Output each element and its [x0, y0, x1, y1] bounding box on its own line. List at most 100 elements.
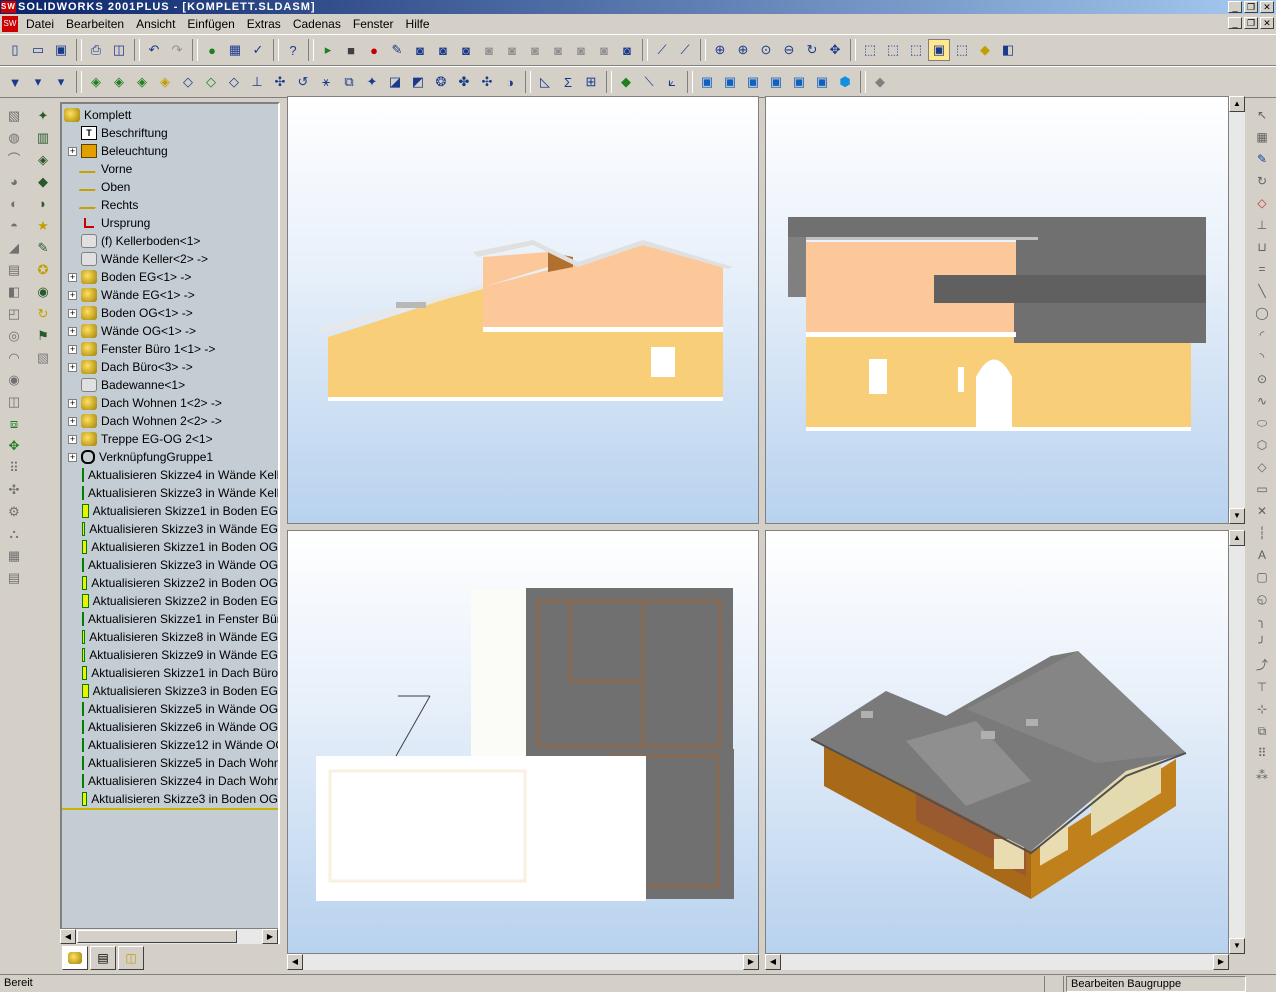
mate-item[interactable]: Aktualisieren Skizze12 in Wände OG	[82, 736, 278, 754]
component-f-icon[interactable]: ◙	[593, 39, 615, 61]
relation-icon[interactable]: ⊥	[1253, 216, 1271, 234]
expand-plus-icon[interactable]: +	[68, 362, 77, 372]
doc-close-button[interactable]: ✕	[1260, 17, 1274, 29]
mate-item[interactable]: Aktualisieren Skizze9 in Wände EG	[82, 646, 278, 664]
star-icon[interactable]: ★	[33, 216, 53, 236]
reference-point-icon[interactable]: ◆	[615, 71, 637, 93]
scroll-left-arrow-icon[interactable]: ◀	[765, 954, 781, 970]
expand-plus-icon[interactable]: +	[68, 290, 77, 300]
menu-datei[interactable]: Datei	[20, 17, 60, 31]
tree-item[interactable]: + Dach Büro<3> ->	[68, 358, 278, 376]
spline-icon[interactable]: ◈	[33, 150, 53, 170]
spline-icon[interactable]: ∿	[1253, 392, 1271, 410]
edit-component-icon[interactable]: ◈	[154, 71, 176, 93]
expand-plus-icon[interactable]: +	[68, 308, 77, 318]
chart-icon[interactable]: ◩	[407, 71, 429, 93]
interference-icon[interactable]: ⧉	[338, 71, 360, 93]
mass-properties-icon[interactable]: Σ	[557, 71, 579, 93]
reference-line-icon[interactable]: ⟍	[638, 71, 660, 93]
tree-horizontal-scrollbar[interactable]: ◀ ▶	[60, 928, 278, 944]
component-c-icon[interactable]: ◙	[524, 39, 546, 61]
top-view-icon[interactable]: ▣	[788, 71, 810, 93]
open-folder-icon[interactable]: ▭	[27, 39, 49, 61]
mate-item[interactable]: Aktualisieren Skizze8 in Wände EG	[82, 628, 278, 646]
select-icon[interactable]: ↖	[1253, 106, 1271, 124]
draft-icon[interactable]: ◰	[4, 304, 24, 324]
curve-pattern-icon[interactable]: ⚙	[4, 502, 24, 522]
component-hide-icon[interactable]: ◙	[432, 39, 454, 61]
mate-item[interactable]: Aktualisieren Skizze1 in Dach Büro	[82, 664, 278, 682]
check-icon[interactable]: ✓	[247, 39, 269, 61]
insert-component-icon[interactable]: ◈	[85, 71, 107, 93]
hidden-lines-removed-icon[interactable]: ⬚	[905, 39, 927, 61]
extend-icon[interactable]: ⤴	[1253, 656, 1271, 674]
macro-edit-icon[interactable]: ✎	[386, 39, 408, 61]
tab-property-manager[interactable]: ▤	[90, 946, 116, 970]
viewport-vertical-scrollbar[interactable]: ▲ ▼	[1229, 96, 1245, 524]
macro-record-icon[interactable]: ●	[363, 39, 385, 61]
macro-stop-icon[interactable]: ■	[340, 39, 362, 61]
ellipse-icon[interactable]: ⬭	[1253, 414, 1271, 432]
help-icon[interactable]: ?	[282, 39, 304, 61]
coordinate-system-icon[interactable]: ⟀	[661, 71, 683, 93]
front-view-icon[interactable]: ▣	[696, 71, 718, 93]
right-view-icon[interactable]: ▣	[765, 71, 787, 93]
arc-icon[interactable]: ◜	[1253, 326, 1271, 344]
doc-minimize-button[interactable]: _	[1228, 17, 1242, 29]
section-properties-icon[interactable]: ⊞	[580, 71, 602, 93]
scroll-right-arrow-icon[interactable]: ▶	[743, 954, 759, 970]
smart-star-icon[interactable]: ✪	[33, 260, 53, 280]
color-icon[interactable]: ◑	[499, 71, 521, 93]
mate-b-icon[interactable]: ◇	[200, 71, 222, 93]
filter-edges-icon[interactable]: ▾	[27, 71, 49, 93]
mate-item[interactable]: Aktualisieren Skizze1 in Boden EG	[82, 502, 278, 520]
mate-item[interactable]: Aktualisieren Skizze3 in Boden OG	[82, 790, 278, 808]
reload-icon[interactable]: ↻	[33, 304, 53, 324]
extrude-icon[interactable]: ▧	[4, 106, 24, 126]
tree-item[interactable]: + Fenster Büro 1<1> ->	[68, 340, 278, 358]
chamfer-icon[interactable]: ◢	[4, 238, 24, 258]
text-icon[interactable]: A	[1253, 546, 1271, 564]
shape-icon[interactable]: ◉	[4, 370, 24, 390]
table-pattern-icon[interactable]: ⛬	[4, 524, 24, 544]
component-a-icon[interactable]: ◙	[478, 39, 500, 61]
tab-configuration-manager[interactable]: ◫	[118, 946, 144, 970]
library-feature-icon[interactable]: ▤	[4, 568, 24, 588]
offset-icon[interactable]: ▢	[1253, 568, 1271, 586]
wireframe-icon[interactable]: ⬚	[859, 39, 881, 61]
tree-item[interactable]: Oben	[68, 178, 278, 196]
expand-plus-icon[interactable]: +	[68, 344, 77, 354]
point-icon[interactable]: ✕	[1253, 502, 1271, 520]
smart-fastener-icon[interactable]: ✤	[453, 71, 475, 93]
rebuild-icon[interactable]: ●	[201, 39, 223, 61]
move-icon[interactable]: ✣	[269, 71, 291, 93]
filter-faces-icon[interactable]: ▾	[50, 71, 72, 93]
menu-einfuegen[interactable]: Einfügen	[181, 17, 240, 31]
new-file-icon[interactable]: ▯	[4, 39, 26, 61]
filter-icon[interactable]: ▼	[4, 71, 26, 93]
revolve-icon[interactable]: ◍	[4, 128, 24, 148]
shaded-edges-icon[interactable]: ⬚	[951, 39, 973, 61]
normal-to-icon[interactable]: ◆	[869, 71, 891, 93]
tree-item[interactable]: + VerknüpfungGruppe1	[68, 448, 278, 466]
show-component-icon[interactable]: ◈	[131, 71, 153, 93]
isometric-view-icon[interactable]: ⬢	[834, 71, 856, 93]
tree-item[interactable]: + Dach Wohnen 1<2> ->	[68, 394, 278, 412]
tab-feature-manager[interactable]	[62, 946, 88, 970]
mate-item[interactable]: Aktualisieren Skizze2 in Boden OG	[82, 574, 278, 592]
scroll-right-arrow-icon[interactable]: ▶	[262, 929, 278, 944]
tree-root[interactable]: Komplett	[64, 106, 278, 124]
mate-a-icon[interactable]: ◇	[177, 71, 199, 93]
hidden-lines-gray-icon[interactable]: ⬚	[882, 39, 904, 61]
macro-play-icon[interactable]: ▸	[317, 39, 339, 61]
tangent-arc-icon[interactable]: ◝	[1253, 348, 1271, 366]
tree-item[interactable]: + Dach Wohnen 2<2> ->	[68, 412, 278, 430]
flag-icon[interactable]: ⚑	[33, 326, 53, 346]
print-icon[interactable]: ⎙	[85, 39, 107, 61]
expand-plus-icon[interactable]: +	[68, 146, 77, 156]
sketch-pattern-icon[interactable]: ▦	[4, 546, 24, 566]
bottom-view-icon[interactable]: ▣	[811, 71, 833, 93]
options-icon[interactable]: ▦	[224, 39, 246, 61]
component-e-icon[interactable]: ◙	[570, 39, 592, 61]
grid-icon[interactable]: ▦	[1253, 128, 1271, 146]
